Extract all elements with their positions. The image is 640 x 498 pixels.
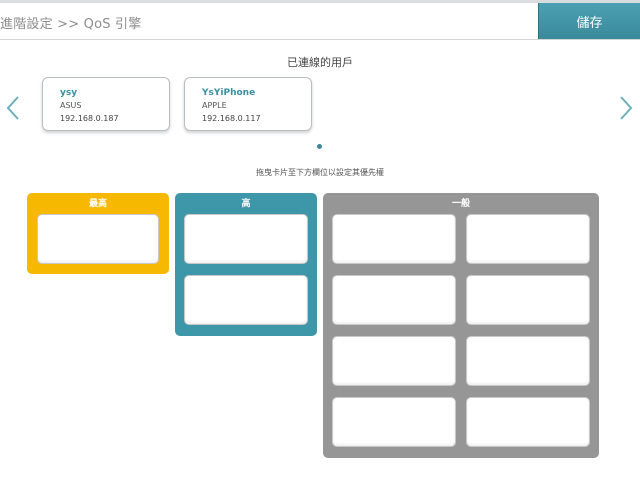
priority-zone-normal[interactable]: 一般 — [323, 193, 599, 458]
device-name: ysy — [60, 88, 78, 98]
zone-title-highest: 最高 — [88, 199, 107, 209]
save-button[interactable]: 儲存 — [538, 3, 640, 39]
drop-slot[interactable] — [37, 214, 159, 264]
chevron-left-icon[interactable] — [4, 94, 22, 122]
drop-slot[interactable] — [332, 214, 456, 264]
device-vendor: ASUS — [60, 101, 82, 110]
drop-slot[interactable] — [466, 275, 590, 325]
drop-slot[interactable] — [466, 214, 590, 264]
breadcrumb: 進階設定 >> QoS 引擎 — [0, 17, 142, 32]
page-header: 進階設定 >> QoS 引擎 儲存 — [0, 3, 640, 40]
drop-slot[interactable] — [466, 397, 590, 447]
drop-slot[interactable] — [332, 336, 456, 386]
device-card[interactable]: YsYiPhone APPLE 192.168.0.117 — [184, 77, 312, 131]
device-vendor: APPLE — [202, 101, 227, 110]
drop-slot[interactable] — [332, 275, 456, 325]
chevron-right-icon[interactable] — [617, 94, 635, 122]
device-card[interactable]: ysy ASUS 192.168.0.187 — [42, 77, 170, 131]
priority-zone-high[interactable]: 高 — [175, 193, 317, 336]
device-name: YsYiPhone — [202, 88, 256, 98]
priority-zone-highest[interactable]: 最高 — [27, 193, 169, 274]
zone-title-high: 高 — [241, 199, 251, 209]
drop-slot[interactable] — [184, 214, 308, 264]
connected-clients-title: 已連線的用戶 — [287, 56, 353, 69]
device-ip: 192.168.0.187 — [60, 114, 119, 123]
device-ip: 192.168.0.117 — [202, 114, 261, 123]
drag-hint: 拖曳卡片至下方欄位以設定其優先權 — [256, 168, 384, 177]
drop-slot[interactable] — [184, 275, 308, 325]
drop-slot[interactable] — [332, 397, 456, 447]
zone-title-normal: 一般 — [451, 199, 470, 209]
pager-dot[interactable] — [317, 144, 322, 149]
drop-slot[interactable] — [466, 336, 590, 386]
